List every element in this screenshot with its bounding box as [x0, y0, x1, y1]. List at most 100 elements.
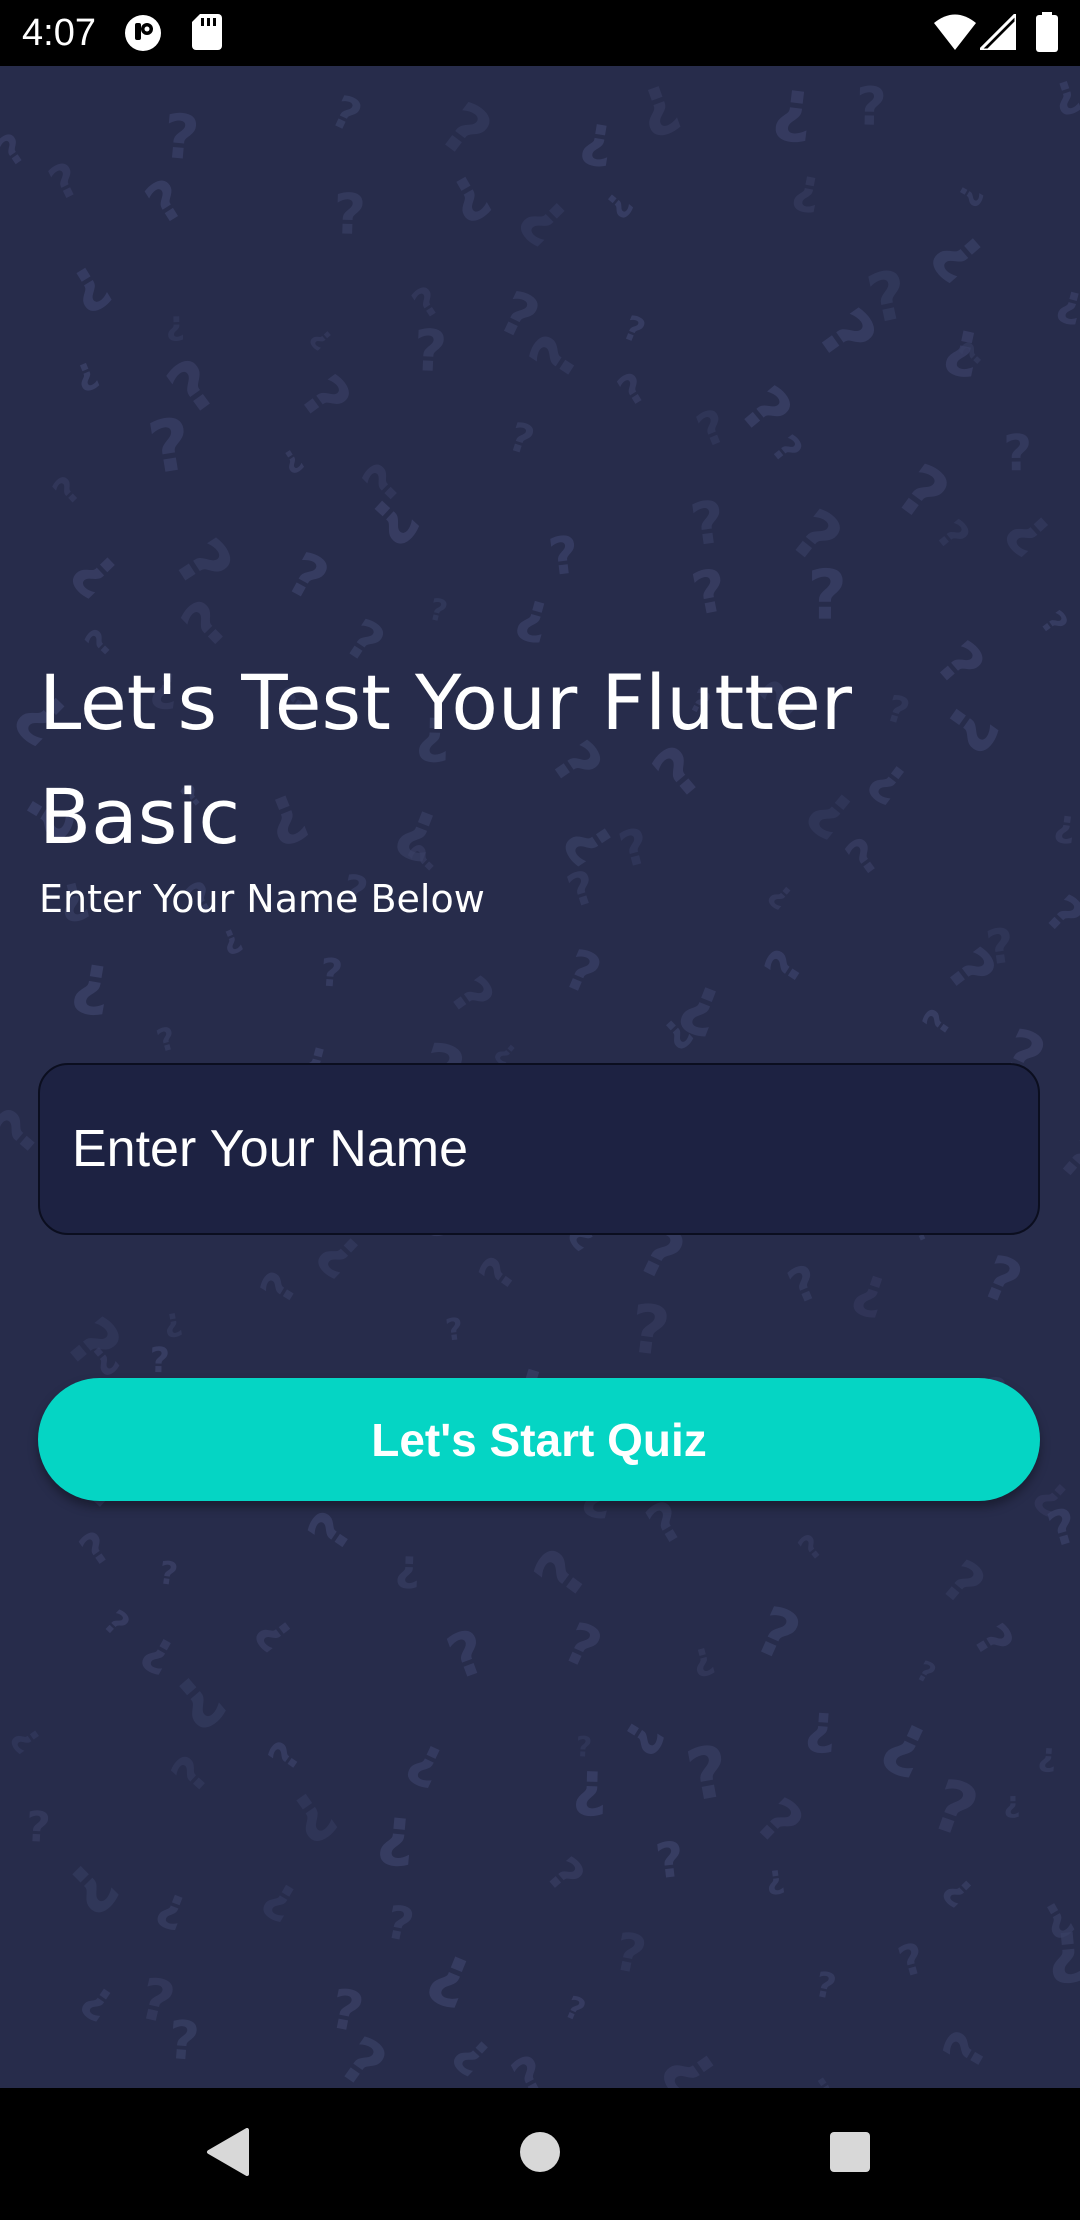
question-mark-decoration: ¿ [686, 1633, 718, 1680]
question-mark-decoration: ? [1046, 1121, 1080, 1194]
question-mark-decoration: ¿ [256, 1863, 310, 1928]
start-quiz-button[interactable]: Let's Start Quiz [38, 1378, 1040, 1501]
question-mark-decoration: ? [324, 86, 369, 143]
question-mark-decoration: ¿ [63, 532, 138, 606]
question-mark-decoration: ? [1033, 604, 1076, 643]
question-mark-decoration: ¿ [511, 176, 589, 253]
question-mark-decoration: ? [166, 2009, 202, 2073]
question-mark-decoration: ? [1042, 1498, 1080, 1559]
question-mark-decoration: ¿ [763, 1857, 787, 1897]
question-mark-decoration: ? [973, 1242, 1031, 1320]
back-button[interactable] [157, 2088, 297, 2220]
question-mark-decoration: ¿ [998, 492, 1071, 563]
question-mark-decoration: ? [149, 1341, 170, 1381]
question-mark-decoration: ? [855, 76, 887, 138]
question-mark-decoration: ? [437, 965, 506, 1027]
question-mark-decoration: ? [762, 427, 811, 473]
question-mark-decoration: ¿ [1037, 1735, 1059, 1774]
question-mark-decoration: ¿ [1052, 274, 1080, 329]
question-mark-decoration: ? [468, 1247, 527, 1300]
question-mark-decoration: ¿ [923, 210, 1007, 291]
home-icon [519, 2131, 561, 2177]
question-mark-decoration: ¿ [67, 348, 103, 396]
question-mark-decoration: ¿ [937, 1864, 986, 1912]
question-mark-decoration: ¿ [1044, 66, 1080, 120]
question-mark-decoration: ¿ [446, 2020, 507, 2082]
page-subtitle: Enter Your Name Below [39, 877, 485, 921]
question-mark-decoration: ? [444, 1312, 466, 1349]
question-mark-decoration: ¿ [788, 157, 826, 217]
question-mark-decoration: ¿ [374, 1793, 418, 1871]
question-mark-decoration: ¿ [53, 244, 117, 320]
question-mark-decoration: ? [276, 538, 339, 615]
question-mark-decoration: ? [926, 510, 979, 560]
question-mark-decoration: ? [426, 592, 451, 630]
sd-card-icon [192, 14, 222, 54]
question-mark-decoration: ? [25, 1802, 52, 1852]
question-mark-decoration: ? [744, 1590, 811, 1677]
name-input[interactable] [40, 1065, 1038, 1233]
question-mark-decoration: ? [1003, 424, 1033, 482]
question-mark-decoration: ? [962, 1615, 1024, 1668]
recents-button[interactable] [780, 2088, 920, 2220]
question-mark-decoration: ? [680, 1729, 736, 1818]
battery-icon [1036, 12, 1058, 56]
question-mark-decoration: ? [157, 1555, 180, 1593]
question-mark-decoration: ? [153, 1020, 180, 1060]
question-mark-decoration: ¿ [654, 2028, 741, 2088]
signal-icon [976, 10, 1018, 54]
question-mark-decoration: ? [626, 1289, 674, 1371]
question-mark-decoration: ¿ [874, 1695, 945, 1785]
question-mark-decoration: ? [1034, 884, 1080, 946]
question-mark-decoration: ¿ [400, 1722, 457, 1795]
question-mark-decoration: ¿ [394, 1541, 421, 1592]
notification-app-icon [124, 14, 162, 56]
question-mark-decoration: ? [96, 1602, 137, 1644]
question-mark-decoration: ? [555, 936, 609, 1007]
back-icon [205, 2128, 249, 2180]
question-mark-decoration: ? [412, 318, 448, 385]
status-time: 4:07 [22, 12, 96, 54]
question-mark-decoration: ? [921, 1762, 988, 1854]
question-mark-decoration: ¿ [159, 1300, 184, 1341]
question-mark-decoration: ? [931, 2021, 1001, 2080]
question-mark-decoration: ? [609, 1921, 651, 1987]
question-mark-decoration: ¿ [769, 66, 818, 148]
question-mark-decoration: ? [911, 1654, 941, 1691]
question-mark-decoration: ? [161, 1745, 221, 1803]
question-mark-decoration: ¿ [625, 66, 686, 144]
question-mark-decoration: ¿ [846, 1253, 897, 1324]
status-bar: 4:07 [0, 0, 1080, 66]
question-mark-decoration: ? [915, 1002, 961, 1042]
question-mark-decoration: ? [686, 556, 732, 629]
question-mark-decoration: ? [780, 1254, 827, 1315]
question-mark-decoration: ¿ [1003, 1785, 1020, 1819]
question-mark-decoration: ? [893, 1933, 930, 1987]
quiz-welcome-screen: 4:07 ? ? ? ? ¿ ¿ ¿ ? ¿ ? ? ? ¿ ¿ ¿ ¿ ¿ ¿… [0, 0, 1080, 2220]
question-mark-decoration: ¿ [572, 1749, 609, 1820]
question-mark-decoration: ? [610, 363, 655, 416]
question-mark-decoration: ? [545, 525, 582, 588]
question-mark-decoration: ¿ [763, 872, 802, 913]
question-mark-decoration: ¿ [433, 152, 497, 229]
question-mark-decoration: ? [0, 123, 35, 176]
question-mark-decoration: ? [382, 1894, 419, 1952]
question-mark-decoration: ? [158, 525, 249, 604]
question-mark-decoration: ¿ [306, 319, 342, 354]
question-mark-decoration: ¿ [67, 937, 118, 1020]
question-mark-decoration: ? [332, 182, 367, 248]
question-mark-decoration: ? [686, 487, 729, 559]
question-mark-decoration: ¿ [1042, 1906, 1080, 1988]
question-mark-decoration: ? [653, 1832, 687, 1891]
question-mark-decoration: ? [135, 166, 196, 237]
question-mark-decoration: ? [286, 362, 365, 434]
question-mark-decoration: ? [618, 308, 651, 352]
question-mark-decoration: ? [754, 940, 815, 993]
question-mark-decoration: ? [502, 2043, 555, 2088]
question-mark-decoration: ? [535, 1847, 594, 1904]
question-mark-decoration: ¿ [75, 1968, 126, 2026]
question-mark-decoration: ¿ [274, 439, 308, 478]
home-button[interactable] [470, 2088, 610, 2220]
question-mark-decoration: ¿ [605, 1707, 669, 1762]
question-mark-decoration: ? [807, 556, 847, 636]
